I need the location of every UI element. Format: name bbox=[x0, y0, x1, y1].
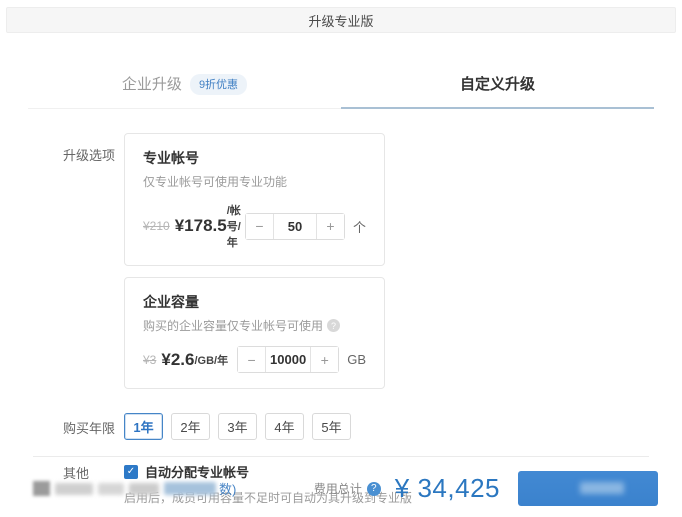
enterprise-capacity-stepper: − 10000 + bbox=[237, 346, 340, 373]
pro-account-subtitle: 仅专业帐号可使用专业功能 bbox=[143, 175, 288, 189]
enterprise-capacity-price-row: ¥3 ¥2.6 /GB/年 − 10000 + GB bbox=[143, 346, 366, 373]
enterprise-capacity-title: 企业容量 bbox=[143, 294, 199, 310]
enterprise-capacity-price-unit: /GB/年 bbox=[194, 354, 229, 367]
footer-divider bbox=[33, 456, 649, 457]
enterprise-capacity-subtitle: 购买的企业容量仅专业帐号可使用 ? bbox=[143, 317, 366, 334]
redacted-link-tail[interactable]: 数) bbox=[219, 479, 236, 498]
year-button-4[interactable]: 4年 bbox=[265, 413, 304, 440]
total-cost-value: ¥ 34,425 bbox=[394, 473, 500, 503]
redacted-icon bbox=[33, 481, 50, 496]
capacity-minus-button[interactable]: − bbox=[238, 347, 266, 372]
redacted-link[interactable] bbox=[164, 482, 216, 495]
total-cost-label: 费用总计 bbox=[313, 482, 362, 496]
pro-account-title: 专业帐号 bbox=[143, 150, 199, 166]
pro-account-quantity-input[interactable]: 50 bbox=[272, 213, 317, 239]
pro-account-stepper: − 50 + bbox=[244, 212, 345, 240]
capacity-plus-button[interactable]: + bbox=[311, 347, 339, 372]
pro-account-price-unit: /帐号/年 bbox=[226, 205, 241, 249]
purchase-years-label: 购买年限 bbox=[63, 420, 116, 436]
redacted-text-segment bbox=[98, 482, 124, 495]
capacity-quantity-input[interactable]: 10000 bbox=[265, 347, 312, 372]
upgrade-options-label: 升级选项 bbox=[63, 148, 116, 163]
year-button-1[interactable]: 1年 bbox=[124, 413, 163, 440]
tab-enterprise-label: 企业升级 bbox=[121, 76, 182, 93]
redacted-text: 数) bbox=[33, 479, 236, 498]
pro-account-plus-button[interactable]: + bbox=[316, 213, 344, 239]
year-buttons: 1年 2年 3年 4年 5年 bbox=[124, 413, 351, 440]
pro-account-minus-button[interactable]: − bbox=[245, 213, 273, 239]
footer: 数) 费用总计 ? ¥ 34,425 bbox=[33, 471, 658, 506]
enterprise-capacity-price: ¥2.6 bbox=[161, 349, 195, 369]
pro-account-card: 专业帐号 仅专业帐号可使用专业功能 ¥210 ¥178.5 /帐号/年 − 50… bbox=[124, 133, 385, 266]
enterprise-capacity-original-price: ¥3 bbox=[143, 352, 157, 367]
tab-custom-label: 自定义升级 bbox=[459, 76, 535, 93]
enterprise-capacity-subtitle-text: 购买的企业容量仅专业帐号可使用 bbox=[143, 319, 324, 333]
purchase-years-row: 购买年限 1年 2年 3年 4年 5年 bbox=[0, 413, 682, 440]
confirm-pay-button-redacted[interactable] bbox=[518, 471, 658, 506]
upgrade-options-row: 升级选项 专业帐号 仅专业帐号可使用专业功能 ¥210 ¥178.5 /帐号/年… bbox=[0, 133, 682, 389]
redacted-button-label bbox=[580, 482, 624, 494]
year-button-3[interactable]: 3年 bbox=[218, 413, 257, 440]
tab-custom-upgrade[interactable]: 自定义升级 bbox=[341, 73, 654, 109]
enterprise-capacity-card: 企业容量 购买的企业容量仅专业帐号可使用 ? ¥3 ¥2.6 /GB/年 − 1… bbox=[124, 277, 385, 389]
upgrade-tabs: 企业升级 9折优惠 自定义升级 bbox=[28, 73, 654, 109]
dialog-titlebar: 升级专业版 bbox=[6, 7, 676, 33]
tab-enterprise-upgrade[interactable]: 企业升级 9折优惠 bbox=[28, 73, 341, 109]
capacity-help-icon[interactable]: ? bbox=[327, 319, 341, 332]
discount-badge: 9折优惠 bbox=[189, 74, 248, 95]
pro-account-price: ¥178.5 bbox=[174, 216, 227, 235]
pro-account-quantity-unit: 个 bbox=[352, 219, 366, 235]
year-button-2[interactable]: 2年 bbox=[171, 413, 210, 440]
total-help-icon[interactable]: ? bbox=[366, 481, 381, 496]
upgrade-pro-dialog: 升级专业版 企业升级 9折优惠 自定义升级 升级选项 专业帐号 仅专业帐号可使用专… bbox=[0, 7, 682, 517]
pro-account-original-price: ¥210 bbox=[143, 219, 170, 233]
year-button-5[interactable]: 5年 bbox=[312, 413, 351, 440]
upgrade-options-cards: 专业帐号 仅专业帐号可使用专业功能 ¥210 ¥178.5 /帐号/年 − 50… bbox=[124, 133, 385, 389]
capacity-quantity-unit: GB bbox=[347, 352, 366, 367]
pro-account-price-row: ¥210 ¥178.5 /帐号/年 − 50 + 个 bbox=[143, 202, 366, 250]
redacted-text-segment bbox=[55, 482, 93, 495]
dialog-title: 升级专业版 bbox=[308, 13, 374, 29]
redacted-text-segment bbox=[129, 482, 159, 495]
